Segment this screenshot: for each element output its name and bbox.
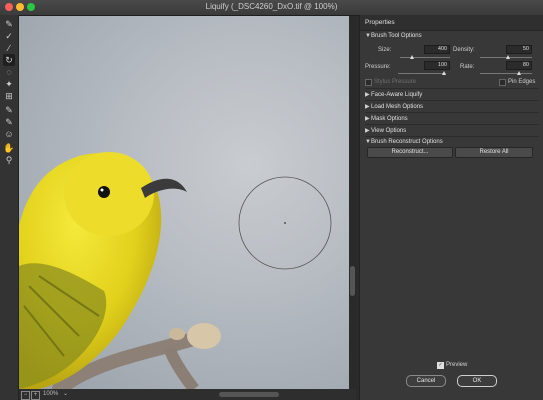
divider	[365, 124, 539, 125]
properties-panel: Properties ▼Brush Tool Options Size: 400…	[359, 15, 543, 400]
size-slider[interactable]	[400, 57, 450, 58]
section-mask-options[interactable]: ▶Mask Options	[365, 115, 408, 122]
panel-header: Properties	[360, 15, 543, 31]
bird-photo	[19, 152, 332, 389]
section-brush-reconstruct-options[interactable]: ▼Brush Reconstruct Options	[365, 139, 443, 145]
window-title: Liquify (_DSC4260_DxO.tif @ 100%)	[205, 2, 338, 11]
rate-label: Rate:	[460, 64, 475, 70]
twirl-icon[interactable]: ↻	[3, 54, 15, 66]
freeze-mask-icon[interactable]: ✎	[3, 104, 15, 116]
divider	[365, 136, 539, 137]
horizontal-scrollbar[interactable]	[219, 392, 279, 397]
density-label: Density:	[453, 47, 475, 53]
size-field[interactable]: 400	[424, 45, 450, 54]
preview-checkbox[interactable]: ✓	[437, 362, 444, 369]
rate-slider[interactable]	[480, 73, 532, 74]
reconstruct-icon[interactable]: ✓	[3, 30, 15, 42]
size-label: Size:	[378, 47, 392, 53]
divider	[365, 112, 539, 113]
status-bar: − + 100% ⌄	[19, 389, 356, 400]
cancel-button[interactable]: Cancel	[406, 375, 446, 387]
bloat-icon[interactable]: ✦	[3, 78, 15, 90]
zoom-in-button[interactable]: +	[31, 391, 40, 400]
pressure-label: Pressure:	[365, 64, 391, 70]
section-load-mesh-options[interactable]: ▶Load Mesh Options	[365, 103, 423, 110]
reconstruct-button[interactable]: Reconstruct...	[367, 147, 453, 158]
title-bar: Liquify (_DSC4260_DxO.tif @ 100%)	[0, 0, 543, 16]
image-canvas[interactable]	[19, 16, 349, 389]
size-slider-knob[interactable]	[410, 55, 414, 59]
rate-slider-knob[interactable]	[517, 71, 521, 75]
divider	[365, 88, 539, 89]
pucker-icon[interactable]: ◌	[3, 66, 15, 78]
section-view-options[interactable]: ▶View Options	[365, 127, 406, 134]
zoom-out-button[interactable]: −	[21, 391, 30, 400]
restore-all-button[interactable]: Restore All	[455, 147, 533, 158]
pressure-slider-knob[interactable]	[442, 71, 446, 75]
preview-label: Preview	[446, 362, 468, 368]
scroll-thumb[interactable]	[350, 266, 355, 296]
pin-edges-label: Pin Edges	[508, 79, 536, 85]
density-slider-knob[interactable]	[506, 55, 510, 59]
zoom-level[interactable]: 100%	[43, 391, 58, 397]
stylus-pressure-checkbox[interactable]	[365, 79, 372, 86]
tool-bar: ✎ ✓ ∕ ↻ ◌ ✦ ⊞ ✎ ✎ ☺ ✋ ⚲	[0, 15, 19, 400]
push-left-icon[interactable]: ⊞	[3, 90, 15, 102]
pin-edges-checkbox[interactable]	[499, 79, 506, 86]
vertical-scrollbar[interactable]	[349, 16, 356, 389]
forward-warp-icon[interactable]: ✎	[3, 18, 15, 30]
stylus-pressure-label: Stylus Pressure	[374, 79, 417, 85]
zoom-icon[interactable]: ⚲	[3, 154, 15, 166]
hand-icon[interactable]: ✋	[3, 142, 15, 154]
section-brush-tool-options[interactable]: ▼Brush Tool Options	[365, 33, 422, 39]
chevron-down-icon[interactable]: ⌄	[63, 390, 68, 397]
face-tool-icon[interactable]: ☺	[3, 128, 15, 140]
pressure-field[interactable]: 100	[424, 61, 450, 70]
density-field[interactable]: 50	[506, 45, 532, 54]
panel-title: Properties	[365, 19, 395, 26]
rate-field[interactable]: 80	[506, 61, 532, 70]
pressure-slider[interactable]	[398, 73, 446, 74]
smooth-icon[interactable]: ∕	[3, 42, 15, 54]
divider	[365, 100, 539, 101]
section-face-aware-liquify[interactable]: ▶Face-Aware Liquify	[365, 91, 422, 98]
ok-button[interactable]: OK	[457, 375, 497, 387]
thaw-mask-icon[interactable]: ✎	[3, 116, 15, 128]
